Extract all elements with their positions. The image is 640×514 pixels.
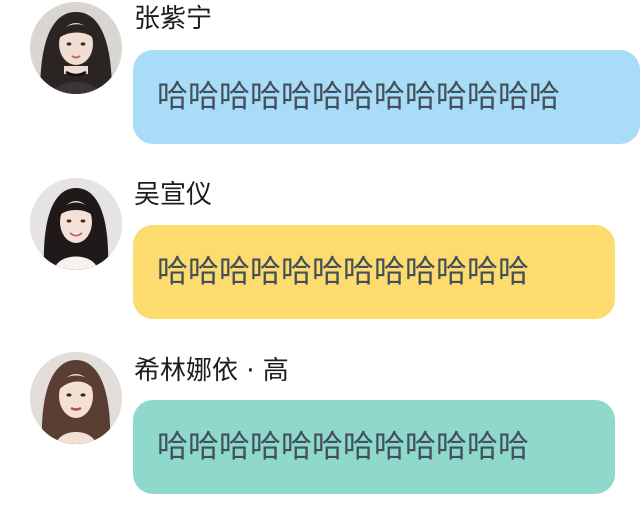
message-bubble[interactable]: 哈哈哈哈哈哈哈哈哈哈哈哈 [133,225,615,319]
avatar-photo-icon [30,352,122,444]
sender-name: 张紫宁 [134,4,213,34]
avatar-photo-icon [30,2,122,94]
avatar[interactable] [30,2,122,94]
message-bubble[interactable]: 哈哈哈哈哈哈哈哈哈哈哈哈哈 [133,50,640,144]
sender-name: 吴宣仪 [134,180,213,210]
avatar-photo-icon [30,178,122,270]
avatar[interactable] [30,178,122,270]
avatar[interactable] [30,352,122,444]
message-bubble[interactable]: 哈哈哈哈哈哈哈哈哈哈哈哈 [133,400,615,494]
sender-name: 希林娜依 · 高 [134,356,289,386]
